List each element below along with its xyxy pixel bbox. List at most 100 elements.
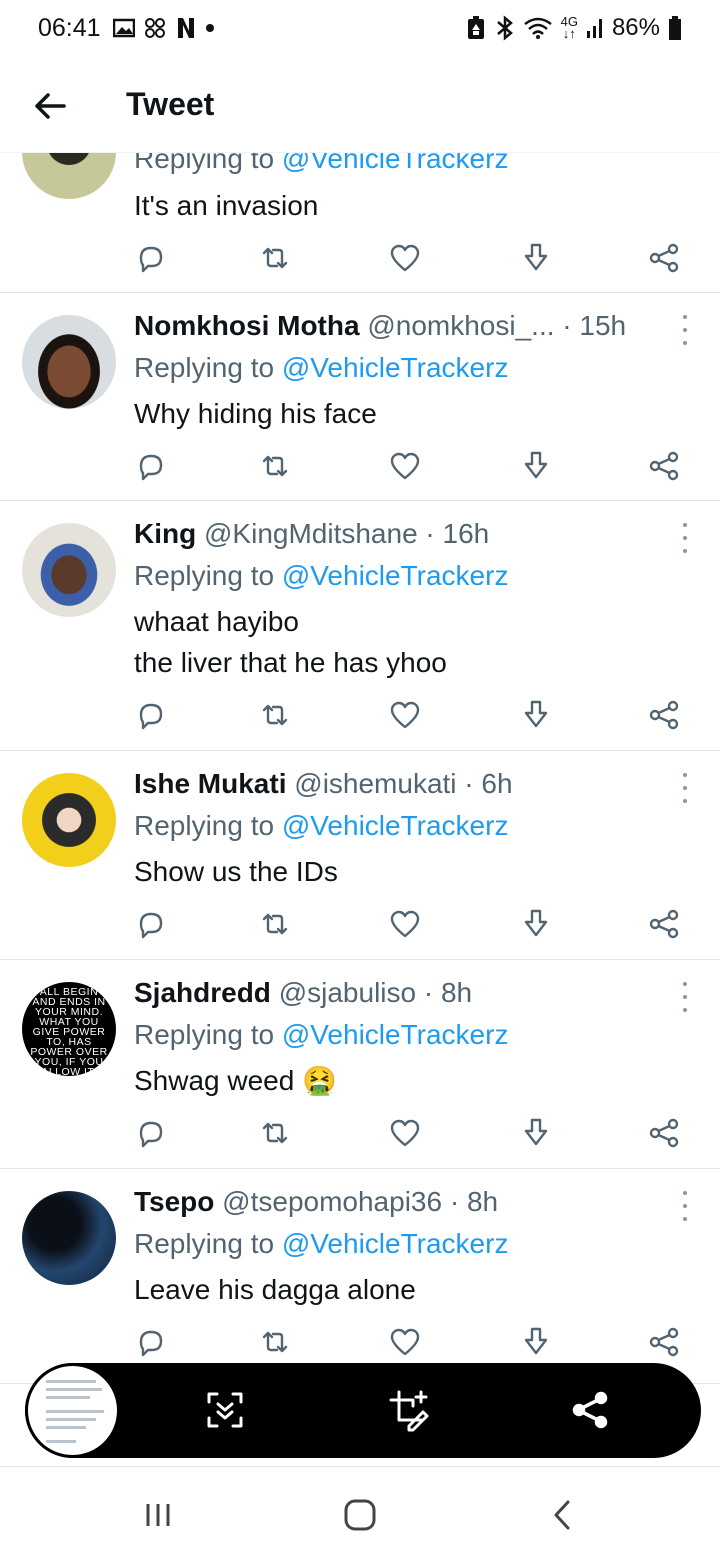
- tweet-actions: [134, 698, 694, 732]
- tweet-text-line: the liver that he has yhoo: [134, 647, 447, 678]
- avatar[interactable]: [22, 1191, 116, 1285]
- reply-icon[interactable]: [134, 1325, 168, 1359]
- like-icon[interactable]: [388, 449, 422, 483]
- back-arrow-icon[interactable]: [30, 86, 70, 126]
- tweet-text: Show us the IDs: [134, 856, 338, 887]
- tweet[interactable]: Tsepo @tsepomohapi36 · 8h Replying to @V…: [0, 1169, 720, 1383]
- tweet-text: Shwag weed 🤮: [134, 1065, 337, 1096]
- mention-link[interactable]: @VehicleTrackerz: [282, 810, 509, 841]
- netflix-n-icon: [178, 18, 194, 38]
- download-icon[interactable]: [519, 1116, 553, 1150]
- like-icon[interactable]: [388, 1325, 422, 1359]
- network-label: 4G: [560, 14, 578, 29]
- display-name[interactable]: King: [134, 518, 196, 549]
- like-icon[interactable]: [388, 907, 422, 941]
- tweet-actions: [134, 907, 694, 941]
- battery-percent: 86%: [611, 14, 660, 41]
- crop-edit-icon[interactable]: [387, 1388, 431, 1432]
- display-name[interactable]: Nomkhosi Motha: [134, 310, 360, 341]
- more-options-icon[interactable]: [680, 315, 690, 345]
- replying-label: Replying to: [134, 560, 282, 591]
- more-options-icon[interactable]: [680, 773, 690, 803]
- avatar-quote-line: ALLOW IT.: [41, 1066, 96, 1076]
- like-icon[interactable]: [388, 241, 422, 275]
- wifi-icon: [523, 17, 552, 39]
- display-name[interactable]: Tsepo: [134, 1186, 214, 1217]
- avatar[interactable]: ALL BEGIN AND ENDS IN YOUR MIND. WHAT YOU GI…: [22, 982, 116, 1076]
- like-icon[interactable]: [388, 1116, 422, 1150]
- user-handle[interactable]: @nomkhosi_...: [367, 310, 554, 341]
- share-icon[interactable]: [647, 449, 681, 483]
- user-handle[interactable]: @tsepomohapi36: [222, 1186, 442, 1217]
- retweet-icon[interactable]: [258, 698, 292, 732]
- tweet-header: King @KingMditshane · 16h: [134, 518, 670, 550]
- reply-icon[interactable]: [134, 1116, 168, 1150]
- avatar[interactable]: [22, 315, 116, 409]
- download-icon[interactable]: [519, 907, 553, 941]
- tweet-text-line: whaat hayibo: [134, 606, 300, 637]
- mention-link[interactable]: @VehicleTrackerz: [282, 560, 509, 591]
- download-icon[interactable]: [519, 698, 553, 732]
- status-time: 06:41: [38, 14, 101, 42]
- signal-icon: [586, 19, 602, 38]
- retweet-icon[interactable]: [258, 1325, 292, 1359]
- replying-label: Replying to: [134, 352, 282, 383]
- mention-link[interactable]: @VehicleTrackerz: [282, 1019, 509, 1050]
- like-icon[interactable]: [388, 698, 422, 732]
- home-icon[interactable]: [342, 1498, 378, 1532]
- tweet[interactable]: King @KingMditshane · 16h Replying to @V…: [0, 501, 720, 751]
- reply-icon[interactable]: [134, 907, 168, 941]
- back-icon[interactable]: [544, 1498, 580, 1532]
- display-name[interactable]: Sjahdredd: [134, 977, 271, 1008]
- share-icon[interactable]: [569, 1388, 613, 1432]
- screenshot-thumbnail[interactable]: [25, 1363, 120, 1458]
- tweet[interactable]: Nomkhosi Motha @nomkhosi_... · 15h Reply…: [0, 293, 720, 501]
- avatar[interactable]: [22, 773, 116, 867]
- mention-link[interactable]: @VehicleTrackerz: [282, 153, 509, 174]
- retweet-icon[interactable]: [258, 241, 292, 275]
- more-options-icon[interactable]: [680, 1191, 690, 1221]
- dot-icon: [206, 24, 214, 32]
- replying-to: Replying to @VehicleTrackerz: [134, 560, 508, 592]
- avatar[interactable]: [22, 153, 116, 199]
- scroll-capture-icon[interactable]: [203, 1388, 247, 1432]
- avatar[interactable]: [22, 523, 116, 617]
- gallery-icon: [113, 18, 135, 38]
- share-icon[interactable]: [647, 907, 681, 941]
- notification-icons: [113, 16, 215, 40]
- mention-link[interactable]: @VehicleTrackerz: [282, 1228, 509, 1259]
- download-icon[interactable]: [519, 449, 553, 483]
- mention-link[interactable]: @VehicleTrackerz: [282, 352, 509, 383]
- user-handle[interactable]: @KingMditshane: [204, 518, 418, 549]
- download-icon[interactable]: [519, 1325, 553, 1359]
- replying-label: Replying to: [134, 1228, 282, 1259]
- timestamp: · 15h: [562, 310, 627, 341]
- replying-label: Replying to: [134, 1019, 282, 1050]
- reply-icon[interactable]: [134, 241, 168, 275]
- retweet-icon[interactable]: [258, 1116, 292, 1150]
- tweet[interactable]: ALL BEGIN AND ENDS IN YOUR MIND. WHAT YOU GI…: [0, 960, 720, 1169]
- tweet-actions: [134, 449, 694, 483]
- tweet-partial[interactable]: Replying to @VehicleTrackerz It's an inv…: [0, 153, 720, 293]
- tweet-header: Sjahdredd @sjabuliso · 8h: [134, 977, 670, 1009]
- share-icon[interactable]: [647, 1116, 681, 1150]
- reply-icon[interactable]: [134, 449, 168, 483]
- tweet-feed[interactable]: Replying to @VehicleTrackerz It's an inv…: [0, 153, 720, 1383]
- tweet-header: Tsepo @tsepomohapi36 · 8h: [134, 1186, 670, 1218]
- retweet-icon[interactable]: [258, 449, 292, 483]
- recents-icon[interactable]: [140, 1498, 176, 1532]
- reply-icon[interactable]: [134, 698, 168, 732]
- replying-to: Replying to @VehicleTrackerz: [134, 810, 508, 842]
- user-handle[interactable]: @ishemukati: [294, 768, 456, 799]
- share-icon[interactable]: [647, 241, 681, 275]
- display-name[interactable]: Ishe Mukati: [134, 768, 286, 799]
- more-options-icon[interactable]: [680, 523, 690, 553]
- user-handle[interactable]: @sjabuliso: [279, 977, 416, 1008]
- app-header: Tweet: [0, 58, 720, 153]
- more-options-icon[interactable]: [680, 982, 690, 1012]
- download-icon[interactable]: [519, 241, 553, 275]
- share-icon[interactable]: [647, 1325, 681, 1359]
- retweet-icon[interactable]: [258, 907, 292, 941]
- share-icon[interactable]: [647, 698, 681, 732]
- tweet[interactable]: Ishe Mukati @ishemukati · 6h Replying to…: [0, 751, 720, 960]
